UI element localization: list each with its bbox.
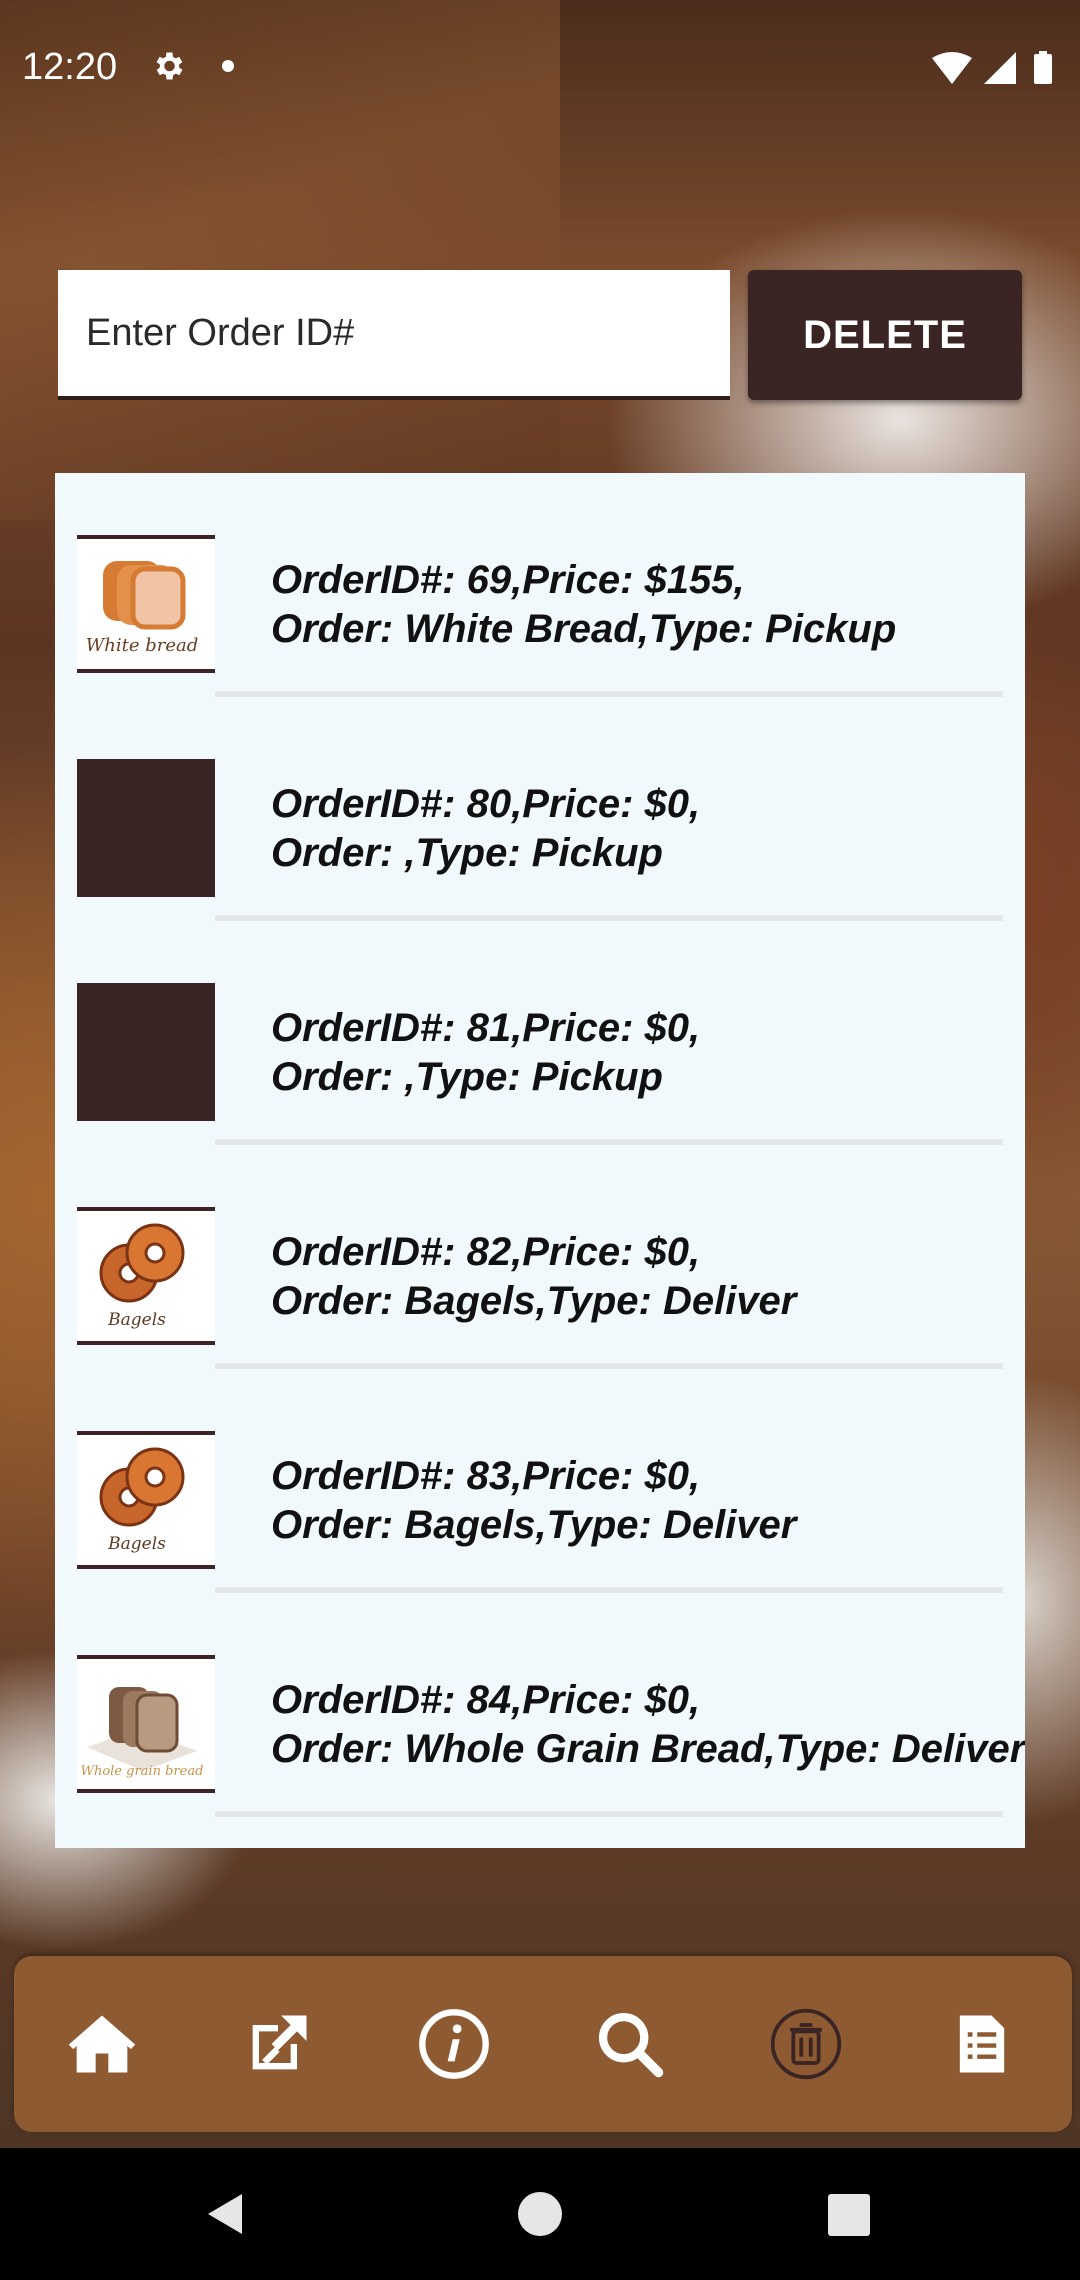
order-line-2: Order: Whole Grain Bread,Type: Deliver [271, 1727, 1025, 1771]
order-text: OrderID#: 69,Price: $155, Order: White B… [271, 556, 1011, 654]
empty-thumbnail [77, 983, 215, 1121]
order-list-item[interactable]: White bread OrderID#: 69,Price: $155, Or… [55, 473, 1025, 697]
recents-square-icon[interactable] [828, 2194, 870, 2236]
order-line-1: OrderID#: 84,Price: $0, [271, 1678, 701, 1722]
order-line-2: Order: Bagels,Type: Deliver [271, 1503, 797, 1547]
svg-text:White bread: White bread [86, 635, 199, 656]
order-line-1: OrderID#: 80,Price: $0, [271, 782, 701, 826]
order-list-item[interactable]: OrderID#: 80,Price: $0, Order: ,Type: Pi… [55, 697, 1025, 921]
system-navigation-bar [0, 2148, 1080, 2280]
home-icon[interactable] [64, 2006, 140, 2082]
status-time: 12:20 [22, 46, 118, 88]
order-list-item[interactable]: Whole grain bread OrderID#: 84,Price: $0… [55, 1593, 1025, 1817]
svg-text:Bagels: Bagels [107, 1534, 166, 1554]
bagels-thumbnail: Bagels [77, 1431, 215, 1569]
order-line-1: OrderID#: 82,Price: $0, [271, 1230, 701, 1274]
empty-thumbnail [77, 759, 215, 897]
orders-list[interactable]: White bread OrderID#: 69,Price: $155, Or… [55, 473, 1025, 1848]
battery-icon [1034, 54, 1052, 84]
order-text: OrderID#: 82,Price: $0, Order: Bagels,Ty… [271, 1228, 1011, 1326]
info-icon[interactable] [416, 2006, 492, 2082]
order-line-1: OrderID#: 69,Price: $155, [271, 558, 745, 602]
white-bread-thumbnail: White bread [77, 535, 215, 673]
order-line-2: Order: White Bread,Type: Pickup [271, 607, 897, 651]
order-line-2: Order: ,Type: Pickup [271, 1055, 663, 1099]
list-divider [215, 1811, 1003, 1817]
settings-gear-icon [150, 48, 186, 84]
whole-grain-bread-thumbnail: Whole grain bread [77, 1655, 215, 1793]
checklist-icon[interactable] [944, 2006, 1020, 2082]
bagels-thumbnail: Bagels [77, 1207, 215, 1345]
status-bar: 12:20 [0, 0, 1080, 132]
order-text: OrderID#: 81,Price: $0, Order: ,Type: Pi… [271, 1004, 1011, 1102]
order-line-2: Order: ,Type: Pickup [271, 831, 663, 875]
trash-icon[interactable] [768, 2006, 844, 2082]
search-icon[interactable] [592, 2006, 668, 2082]
delete-button[interactable]: DELETE [748, 270, 1022, 400]
order-line-2: Order: Bagels,Type: Deliver [271, 1279, 797, 1323]
order-line-1: OrderID#: 81,Price: $0, [271, 1006, 701, 1050]
order-text: OrderID#: 83,Price: $0, Order: Bagels,Ty… [271, 1452, 1011, 1550]
order-line-1: OrderID#: 83,Price: $0, [271, 1454, 701, 1498]
order-id-input[interactable] [58, 270, 730, 400]
notification-dot-icon [222, 60, 234, 72]
order-text: OrderID#: 84,Price: $0, Order: Whole Gra… [271, 1676, 1025, 1774]
order-list-item[interactable]: Bagels OrderID#: 83,Price: $0, Order: Ba… [55, 1369, 1025, 1593]
open-external-icon[interactable] [240, 2006, 316, 2082]
svg-text:Bagels: Bagels [107, 1310, 166, 1330]
bottom-navigation [14, 1956, 1072, 2132]
back-icon[interactable] [200, 2188, 252, 2240]
system-status-icons [930, 50, 1060, 86]
order-list-item[interactable]: Bagels OrderID#: 82,Price: $0, Order: Ba… [55, 1145, 1025, 1369]
wifi-icon [932, 52, 972, 84]
order-list-item[interactable]: OrderID#: 81,Price: $0, Order: ,Type: Pi… [55, 921, 1025, 1145]
home-circle-icon[interactable] [518, 2192, 562, 2236]
cellular-signal-icon [984, 52, 1016, 84]
order-text: OrderID#: 80,Price: $0, Order: ,Type: Pi… [271, 780, 1011, 878]
svg-text:Whole grain bread: Whole grain bread [81, 1764, 204, 1779]
